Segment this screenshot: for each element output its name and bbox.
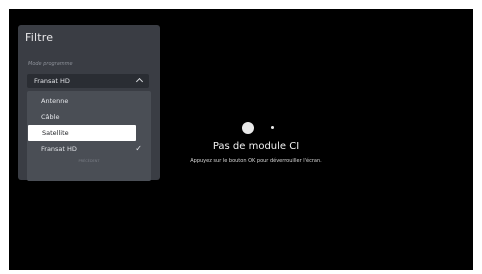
filter-panel: Filtre Mode programme Fransat HD Antenne… xyxy=(18,25,160,181)
tv-screen: Filtre Mode programme Fransat HD Antenne… xyxy=(9,9,473,270)
checkmark-icon: ✓ xyxy=(135,144,142,153)
dropdown-list: Antenne Câble Satellite Fransat HD ✓ PRÉ… xyxy=(27,91,151,181)
field-label: Mode programme xyxy=(28,61,73,67)
ci-message-title: Pas de module CI xyxy=(212,141,300,152)
option-satellite[interactable]: Satellite xyxy=(28,125,136,141)
hint-text: PRÉCÉDENT xyxy=(78,159,100,163)
option-cable[interactable]: Câble xyxy=(27,109,151,125)
option-fransat-hd[interactable]: Fransat HD xyxy=(27,141,151,157)
ci-message-subtitle: Appuyez sur le bouton OK pour déverrouil… xyxy=(190,158,322,164)
ci-graphic-dot-small xyxy=(271,126,274,129)
option-antenne[interactable]: Antenne xyxy=(27,93,151,109)
select-value: Fransat HD xyxy=(34,77,70,85)
mode-select[interactable]: Fransat HD xyxy=(27,74,149,88)
chevron-up-icon xyxy=(135,77,144,86)
panel-title: Filtre xyxy=(25,31,54,44)
ci-graphic-dot-large xyxy=(242,122,254,134)
